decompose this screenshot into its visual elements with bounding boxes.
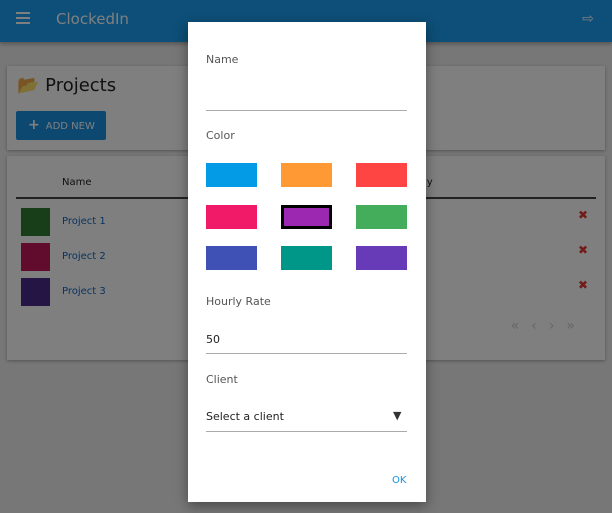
color-swatch[interactable] xyxy=(356,246,407,270)
color-swatch[interactable] xyxy=(206,204,257,229)
client-select[interactable]: Select a client xyxy=(206,410,284,423)
color-swatch[interactable] xyxy=(206,246,257,270)
hourly-rate-label: Hourly Rate xyxy=(206,295,271,308)
color-swatch[interactable] xyxy=(206,163,257,187)
color-swatch[interactable] xyxy=(281,204,332,229)
project-dialog: Name Color Hourly Rate 50 Client Select … xyxy=(188,22,426,502)
dropdown-arrow-icon[interactable]: ▼ xyxy=(393,409,401,422)
name-underline xyxy=(206,110,407,111)
color-swatch[interactable] xyxy=(356,204,407,229)
rate-underline xyxy=(206,353,407,354)
ok-button[interactable]: OK xyxy=(392,475,406,486)
color-swatch[interactable] xyxy=(281,246,332,270)
color-label: Color xyxy=(206,129,235,142)
client-label: Client xyxy=(206,373,238,386)
color-swatch[interactable] xyxy=(281,163,332,187)
client-underline xyxy=(206,431,407,432)
hourly-rate-input[interactable]: 50 xyxy=(206,333,220,346)
color-swatch[interactable] xyxy=(356,163,407,187)
name-label: Name xyxy=(206,53,239,66)
